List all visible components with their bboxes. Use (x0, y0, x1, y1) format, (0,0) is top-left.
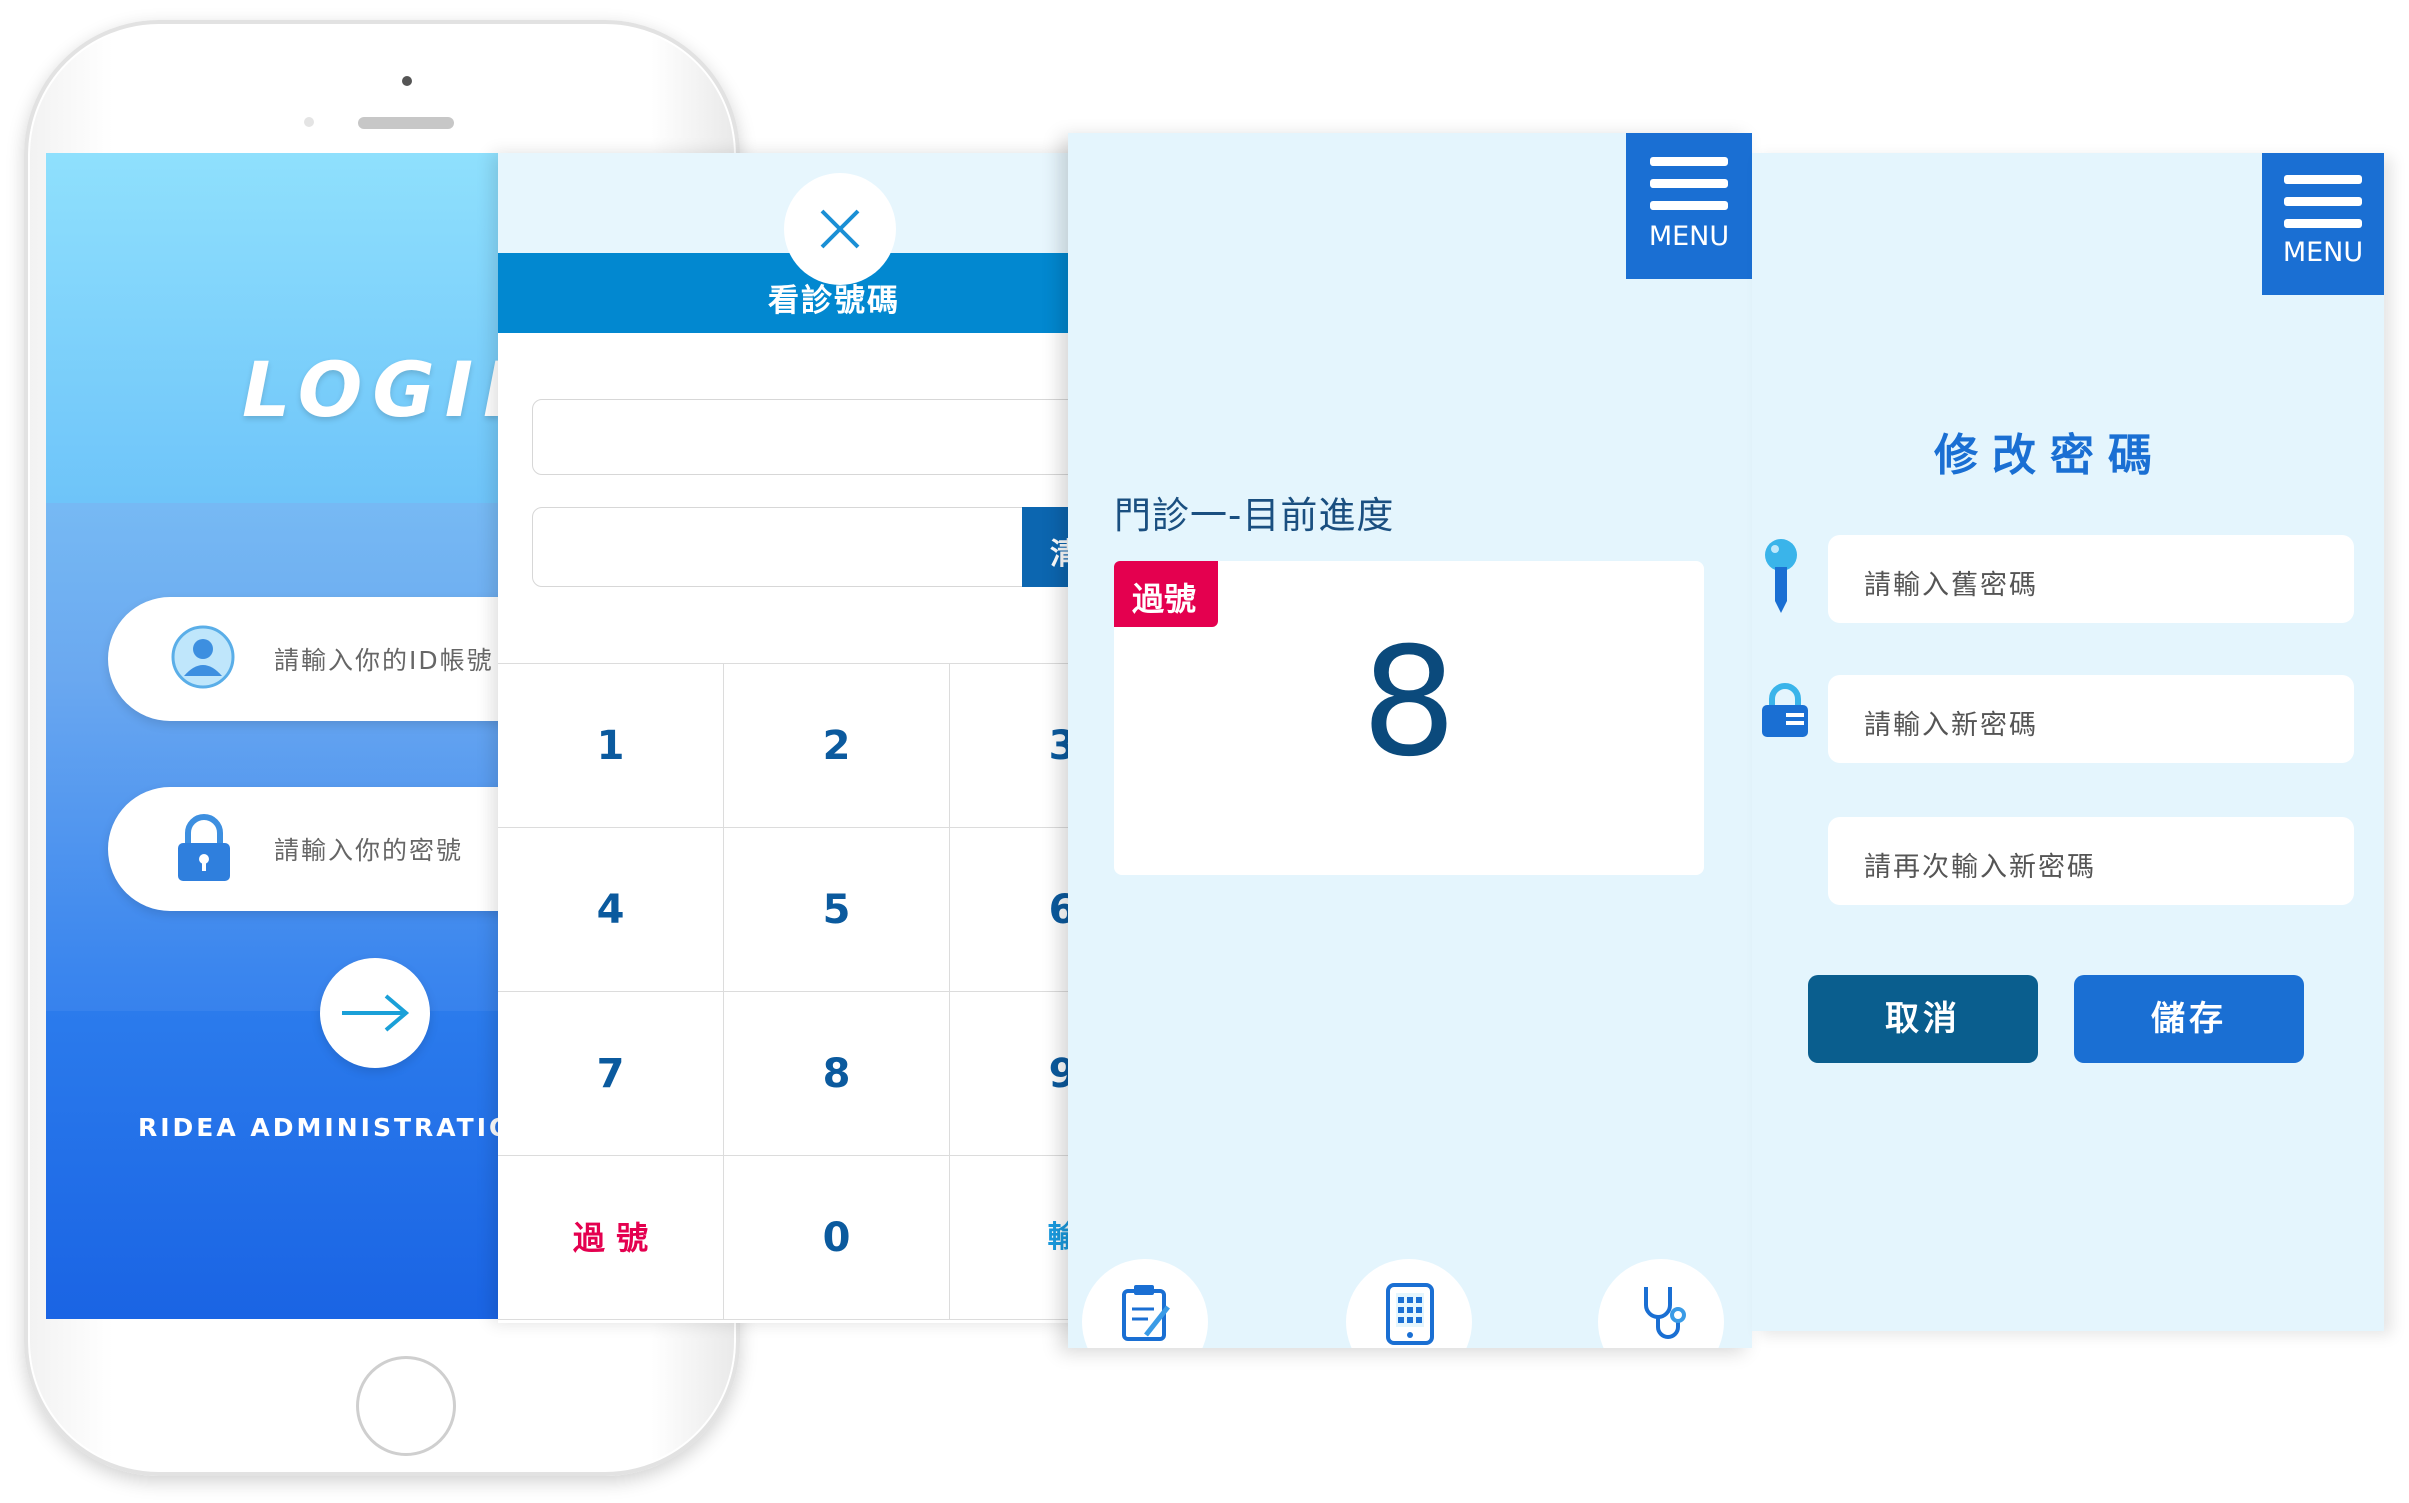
menu-button[interactable]: MENU (1626, 133, 1752, 279)
current-number: 8 (1361, 616, 1457, 790)
tablet-icon (1386, 1283, 1434, 1345)
key-8[interactable]: 8 (724, 992, 950, 1156)
key-icon (1765, 539, 1797, 613)
cancel-button[interactable]: 取消 (1808, 975, 2038, 1063)
key-0[interactable]: 0 (724, 1156, 950, 1320)
menu-icon (2284, 197, 2362, 206)
keypad-grid: 1 2 3 4 5 6 7 8 9 過 號 0 輸 (498, 663, 1098, 1323)
menu-button[interactable]: MENU (2262, 153, 2384, 295)
menu-icon (2284, 219, 2362, 228)
progress-title: 門診一-目前進度 (1114, 494, 1395, 537)
new-password-placeholder: 請輸入新密碼 (1864, 710, 2038, 741)
key-4[interactable]: 4 (498, 828, 724, 992)
menu-icon (1650, 201, 1728, 210)
id-input-placeholder: 請輸入你的ID帳號 (274, 646, 494, 675)
key-5[interactable]: 5 (724, 828, 950, 992)
close-button[interactable] (784, 173, 896, 285)
home-button[interactable] (356, 1356, 456, 1456)
menu-icon (2284, 175, 2362, 184)
key-2[interactable]: 2 (724, 664, 950, 828)
arrow-right-icon (342, 994, 410, 1032)
stethoscope-button[interactable] (1598, 1259, 1724, 1348)
key-7[interactable]: 7 (498, 992, 724, 1156)
progress-screen: MENU 門診一-目前進度 過號 8 (1068, 133, 1752, 1348)
menu-label: MENU (2282, 237, 2364, 268)
clipboard-button[interactable] (1082, 1259, 1208, 1348)
change-password-screen: MENU 修改密碼 請輸入舊密碼 請輸入新密碼 請再次輸入新密碼 取消 儲存 (1752, 153, 2384, 1331)
user-icon (171, 625, 235, 689)
save-button[interactable]: 儲存 (2074, 975, 2304, 1063)
lock-icon (1762, 683, 1808, 737)
keypad-screen: 看診號碼 清 1 2 3 4 5 6 7 8 9 過 號 0 輸 (498, 153, 1098, 1323)
close-icon (820, 209, 860, 249)
old-password-placeholder: 請輸入舊密碼 (1864, 570, 2038, 601)
tablet-button[interactable] (1346, 1259, 1472, 1348)
new-password-input[interactable]: 請輸入新密碼 (1828, 675, 2354, 763)
key-skip[interactable]: 過 號 (498, 1156, 724, 1320)
login-submit-button[interactable] (320, 958, 430, 1068)
confirm-password-placeholder: 請再次輸入新密碼 (1864, 852, 2096, 883)
phone-speaker (358, 117, 454, 129)
menu-icon (1650, 179, 1728, 188)
clipboard-icon (1122, 1285, 1170, 1341)
password-input-placeholder: 請輸入你的密號 (274, 836, 464, 865)
menu-icon (1650, 157, 1728, 166)
number-entry-field[interactable] (532, 507, 1098, 587)
phone-camera (402, 76, 412, 86)
old-password-input[interactable]: 請輸入舊密碼 (1828, 535, 2354, 623)
menu-label: MENU (1648, 221, 1730, 252)
confirm-password-input[interactable]: 請再次輸入新密碼 (1828, 817, 2354, 905)
phone-sensor (304, 117, 314, 127)
change-password-title: 修改密碼 (1934, 430, 2166, 481)
lock-icon (178, 814, 230, 881)
brand-name: RIDEA ADMINISTRATION (138, 1113, 538, 1142)
key-1[interactable]: 1 (498, 664, 724, 828)
number-display-field[interactable] (532, 399, 1098, 475)
stethoscope-icon (1644, 1287, 1686, 1339)
